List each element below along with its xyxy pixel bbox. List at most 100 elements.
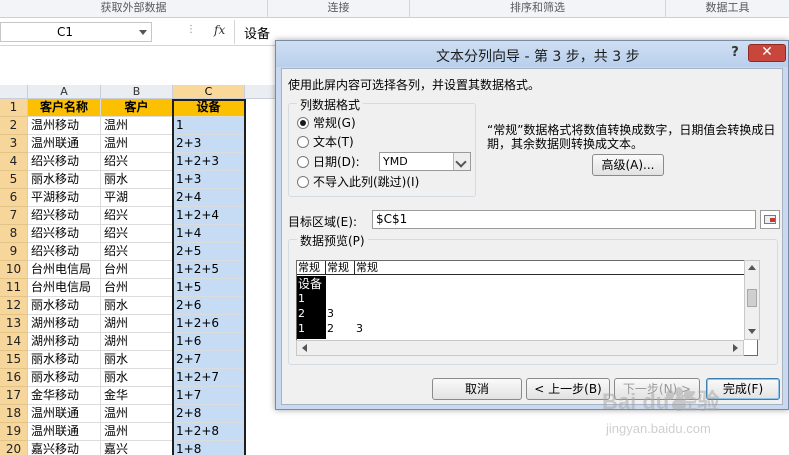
close-button[interactable]: ✕ <box>748 44 786 62</box>
next-button[interactable]: 下一步(N) > <box>614 378 700 400</box>
formula-input[interactable]: 设备 <box>244 23 270 42</box>
help-icon[interactable]: ? <box>726 44 744 62</box>
cell-a[interactable]: 绍兴移动 <box>28 243 101 261</box>
cell-a[interactable]: 温州联通 <box>28 135 101 153</box>
cell-a[interactable]: 温州联通 <box>28 405 101 423</box>
cell-b[interactable]: 丽水 <box>101 297 173 315</box>
row-header[interactable]: 14 <box>0 333 28 351</box>
row-header[interactable]: 16 <box>0 369 28 387</box>
range-selector-button[interactable] <box>760 210 780 229</box>
dialog-title-bar[interactable]: 文本分列向导 - 第 3 步，共 3 步 ? ✕ <box>276 41 788 67</box>
cell-b[interactable]: 丽水 <box>101 369 173 387</box>
cell-b[interactable]: 湖州 <box>101 315 173 333</box>
cell-b[interactable]: 平湖 <box>101 189 173 207</box>
radio-skip-column[interactable]: 不导入此列(跳过)(I) <box>297 173 419 190</box>
cell-a[interactable]: 台州电信局 <box>28 279 101 297</box>
cell-c[interactable]: 2+3 <box>173 135 245 153</box>
cell-a[interactable]: 丽水移动 <box>28 369 101 387</box>
cell-c[interactable]: 1+2+7 <box>173 369 245 387</box>
cell-c[interactable]: 1+4 <box>173 225 245 243</box>
radio-date[interactable]: 日期(D): <box>297 153 360 170</box>
cell-c[interactable]: 1+3 <box>173 171 245 189</box>
cell-c[interactable]: 1 <box>173 117 245 135</box>
cell-c[interactable]: 2+7 <box>173 351 245 369</box>
cell-b[interactable]: 丽水 <box>101 171 173 189</box>
insert-function-icon[interactable]: fx <box>214 23 225 37</box>
row-header[interactable]: 2 <box>0 117 28 135</box>
name-box[interactable]: C1 <box>0 22 152 42</box>
row-header[interactable]: 20 <box>0 441 28 455</box>
cell-a[interactable]: 平湖移动 <box>28 189 101 207</box>
cell-a[interactable]: 温州移动 <box>28 117 101 135</box>
finish-button[interactable]: 完成(F) <box>706 378 780 400</box>
cell-a[interactable]: 绍兴移动 <box>28 207 101 225</box>
cell-c[interactable]: 1+2+8 <box>173 423 245 441</box>
column-header-b[interactable]: B <box>101 85 173 99</box>
cell-b[interactable]: 绍兴 <box>101 153 173 171</box>
radio-general-indicator[interactable] <box>297 116 309 129</box>
row-header[interactable]: 15 <box>0 351 28 369</box>
cell-a[interactable]: 嘉兴移动 <box>28 441 101 455</box>
chevron-down-icon[interactable] <box>453 153 470 170</box>
cell-b[interactable]: 绍兴 <box>101 225 173 243</box>
back-button[interactable]: < 上一步(B) <box>526 378 610 400</box>
cell-c[interactable]: 2+6 <box>173 297 245 315</box>
preview-header-col2[interactable]: 常规 <box>326 261 355 275</box>
cell-c[interactable]: 2+4 <box>173 189 245 207</box>
row-header[interactable]: 3 <box>0 135 28 153</box>
cell-a[interactable]: 绍兴移动 <box>28 153 101 171</box>
cell-a[interactable]: 台州电信局 <box>28 261 101 279</box>
target-area-input[interactable]: $C$1 <box>372 210 756 229</box>
cell-b[interactable]: 绍兴 <box>101 207 173 225</box>
scroll-up-icon[interactable] <box>748 265 756 270</box>
cell-c[interactable]: 1+2+4 <box>173 207 245 225</box>
cancel-button[interactable]: 取消 <box>432 378 522 400</box>
date-format-select[interactable]: YMD <box>379 152 471 171</box>
cell-c[interactable]: 1+6 <box>173 333 245 351</box>
radio-skip-indicator[interactable] <box>297 175 309 188</box>
cell-b[interactable]: 温州 <box>101 135 173 153</box>
scroll-down-icon[interactable] <box>748 329 756 334</box>
cell-c[interactable]: 1+5 <box>173 279 245 297</box>
row-header[interactable]: 18 <box>0 405 28 423</box>
cell-c[interactable]: 2+8 <box>173 405 245 423</box>
radio-general[interactable]: 常规(G) <box>297 114 356 131</box>
preview-horizontal-scrollbar[interactable] <box>296 340 744 356</box>
formula-bar-resize-handle[interactable]: ⋮ <box>186 24 196 35</box>
scroll-left-icon[interactable] <box>302 344 307 352</box>
chevron-down-icon[interactable] <box>139 30 147 35</box>
row-header[interactable]: 7 <box>0 207 28 225</box>
cell-b[interactable]: 湖州 <box>101 333 173 351</box>
cell-b[interactable]: 客户 <box>101 99 173 117</box>
cell-c[interactable]: 1+7 <box>173 387 245 405</box>
row-header[interactable]: 1 <box>0 99 28 117</box>
cell-b[interactable]: 嘉兴 <box>101 441 173 455</box>
cell-a[interactable]: 丽水移动 <box>28 297 101 315</box>
cell-a[interactable]: 金华移动 <box>28 387 101 405</box>
row-header[interactable]: 11 <box>0 279 28 297</box>
column-header-c[interactable]: C <box>173 85 245 99</box>
cell-b[interactable]: 台州 <box>101 261 173 279</box>
row-header[interactable]: 5 <box>0 171 28 189</box>
cell-c[interactable]: 1+2+5 <box>173 261 245 279</box>
row-header[interactable]: 8 <box>0 225 28 243</box>
row-header[interactable]: 12 <box>0 297 28 315</box>
radio-text-indicator[interactable] <box>297 135 309 148</box>
cell-c[interactable]: 设备 <box>173 99 245 117</box>
row-header[interactable]: 13 <box>0 315 28 333</box>
cell-a[interactable]: 湖州移动 <box>28 315 101 333</box>
row-header[interactable]: 17 <box>0 387 28 405</box>
cell-b[interactable]: 温州 <box>101 405 173 423</box>
cell-c[interactable]: 2+5 <box>173 243 245 261</box>
cell-b[interactable]: 绍兴 <box>101 243 173 261</box>
select-all-corner[interactable] <box>0 85 28 99</box>
cell-c[interactable]: 1+2+6 <box>173 315 245 333</box>
cell-c[interactable]: 1+8 <box>173 441 245 455</box>
cell-b[interactable]: 台州 <box>101 279 173 297</box>
cell-a[interactable]: 湖州移动 <box>28 333 101 351</box>
advanced-button[interactable]: 高级(A)... <box>592 154 664 176</box>
cell-a[interactable]: 丽水移动 <box>28 171 101 189</box>
cell-c[interactable]: 1+2+3 <box>173 153 245 171</box>
radio-text[interactable]: 文本(T) <box>297 133 354 150</box>
row-header[interactable]: 10 <box>0 261 28 279</box>
